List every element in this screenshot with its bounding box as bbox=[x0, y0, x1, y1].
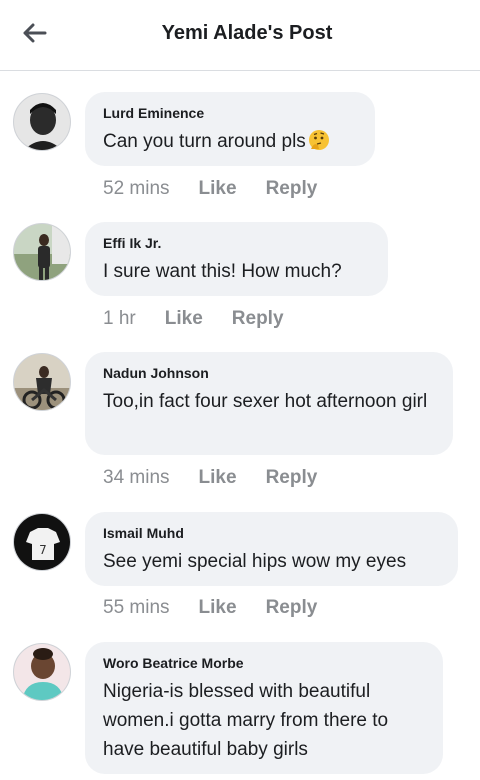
svg-text:7: 7 bbox=[39, 543, 47, 557]
comment-author[interactable]: Nadun Johnson bbox=[103, 365, 435, 381]
comment-timestamp[interactable]: 34 mins bbox=[103, 467, 170, 489]
avatar-photo bbox=[14, 644, 70, 700]
comment-bubble[interactable]: Lurd Eminence Can you turn around pls bbox=[85, 92, 375, 166]
reply-button[interactable]: Reply bbox=[232, 308, 284, 330]
avatar[interactable] bbox=[13, 223, 71, 281]
comment-bubble[interactable]: Nadun Johnson Too,in fact four sexer hot… bbox=[85, 352, 453, 455]
comment-timestamp[interactable]: 1 hr bbox=[103, 308, 136, 330]
like-button[interactable]: Like bbox=[199, 597, 237, 619]
comment-text: See yemi special hips wow my eyes bbox=[103, 551, 407, 572]
avatar-photo bbox=[14, 354, 70, 410]
avatar[interactable] bbox=[13, 643, 71, 701]
like-button[interactable]: Like bbox=[165, 308, 203, 330]
comment-text: Too,in fact four sexer hot afternoon gir… bbox=[103, 391, 428, 412]
comment-bubble[interactable]: Effi Ik Jr. I sure want this! How much? bbox=[85, 222, 388, 296]
post-header: Yemi Alade's Post bbox=[0, 0, 480, 71]
comment-meta: 52 mins Like Reply bbox=[103, 178, 346, 200]
thinking-face-emoji-icon bbox=[308, 130, 329, 150]
avatar-photo: 7 bbox=[14, 514, 70, 570]
comment-meta: 55 mins Like Reply bbox=[103, 597, 346, 619]
comment-author[interactable]: Effi Ik Jr. bbox=[103, 235, 370, 251]
avatar[interactable] bbox=[13, 93, 71, 151]
reply-button[interactable]: Reply bbox=[266, 178, 318, 200]
comment-bubble[interactable]: Woro Beatrice Morbe Nigeria-is blessed w… bbox=[85, 642, 443, 774]
comment-author[interactable]: Woro Beatrice Morbe bbox=[103, 655, 425, 671]
reply-button[interactable]: Reply bbox=[266, 597, 318, 619]
avatar[interactable]: 7 bbox=[13, 513, 71, 571]
reply-button[interactable]: Reply bbox=[266, 467, 318, 489]
comment-text: Can you turn around pls bbox=[103, 127, 357, 156]
page-title: Yemi Alade's Post bbox=[161, 22, 333, 44]
like-button[interactable]: Like bbox=[199, 467, 237, 489]
avatar-photo bbox=[14, 94, 70, 150]
like-button[interactable]: Like bbox=[199, 178, 237, 200]
comment-text: Nigeria-is blessed with beautiful women.… bbox=[103, 681, 389, 760]
avatar-photo bbox=[14, 224, 70, 280]
comment-meta: 1 hr Like Reply bbox=[103, 308, 313, 330]
comment-author[interactable]: Ismail Muhd bbox=[103, 525, 440, 541]
comment-text: I sure want this! How much? bbox=[103, 261, 342, 282]
comment-author[interactable]: Lurd Eminence bbox=[103, 105, 357, 121]
comment-text-content: Can you turn around pls bbox=[103, 131, 306, 152]
avatar[interactable] bbox=[13, 353, 71, 411]
comment-bubble[interactable]: Ismail Muhd See yemi special hips wow my… bbox=[85, 512, 458, 586]
comment-timestamp[interactable]: 52 mins bbox=[103, 178, 170, 200]
comment-timestamp[interactable]: 55 mins bbox=[103, 597, 170, 619]
comment-meta: 34 mins Like Reply bbox=[103, 467, 346, 489]
